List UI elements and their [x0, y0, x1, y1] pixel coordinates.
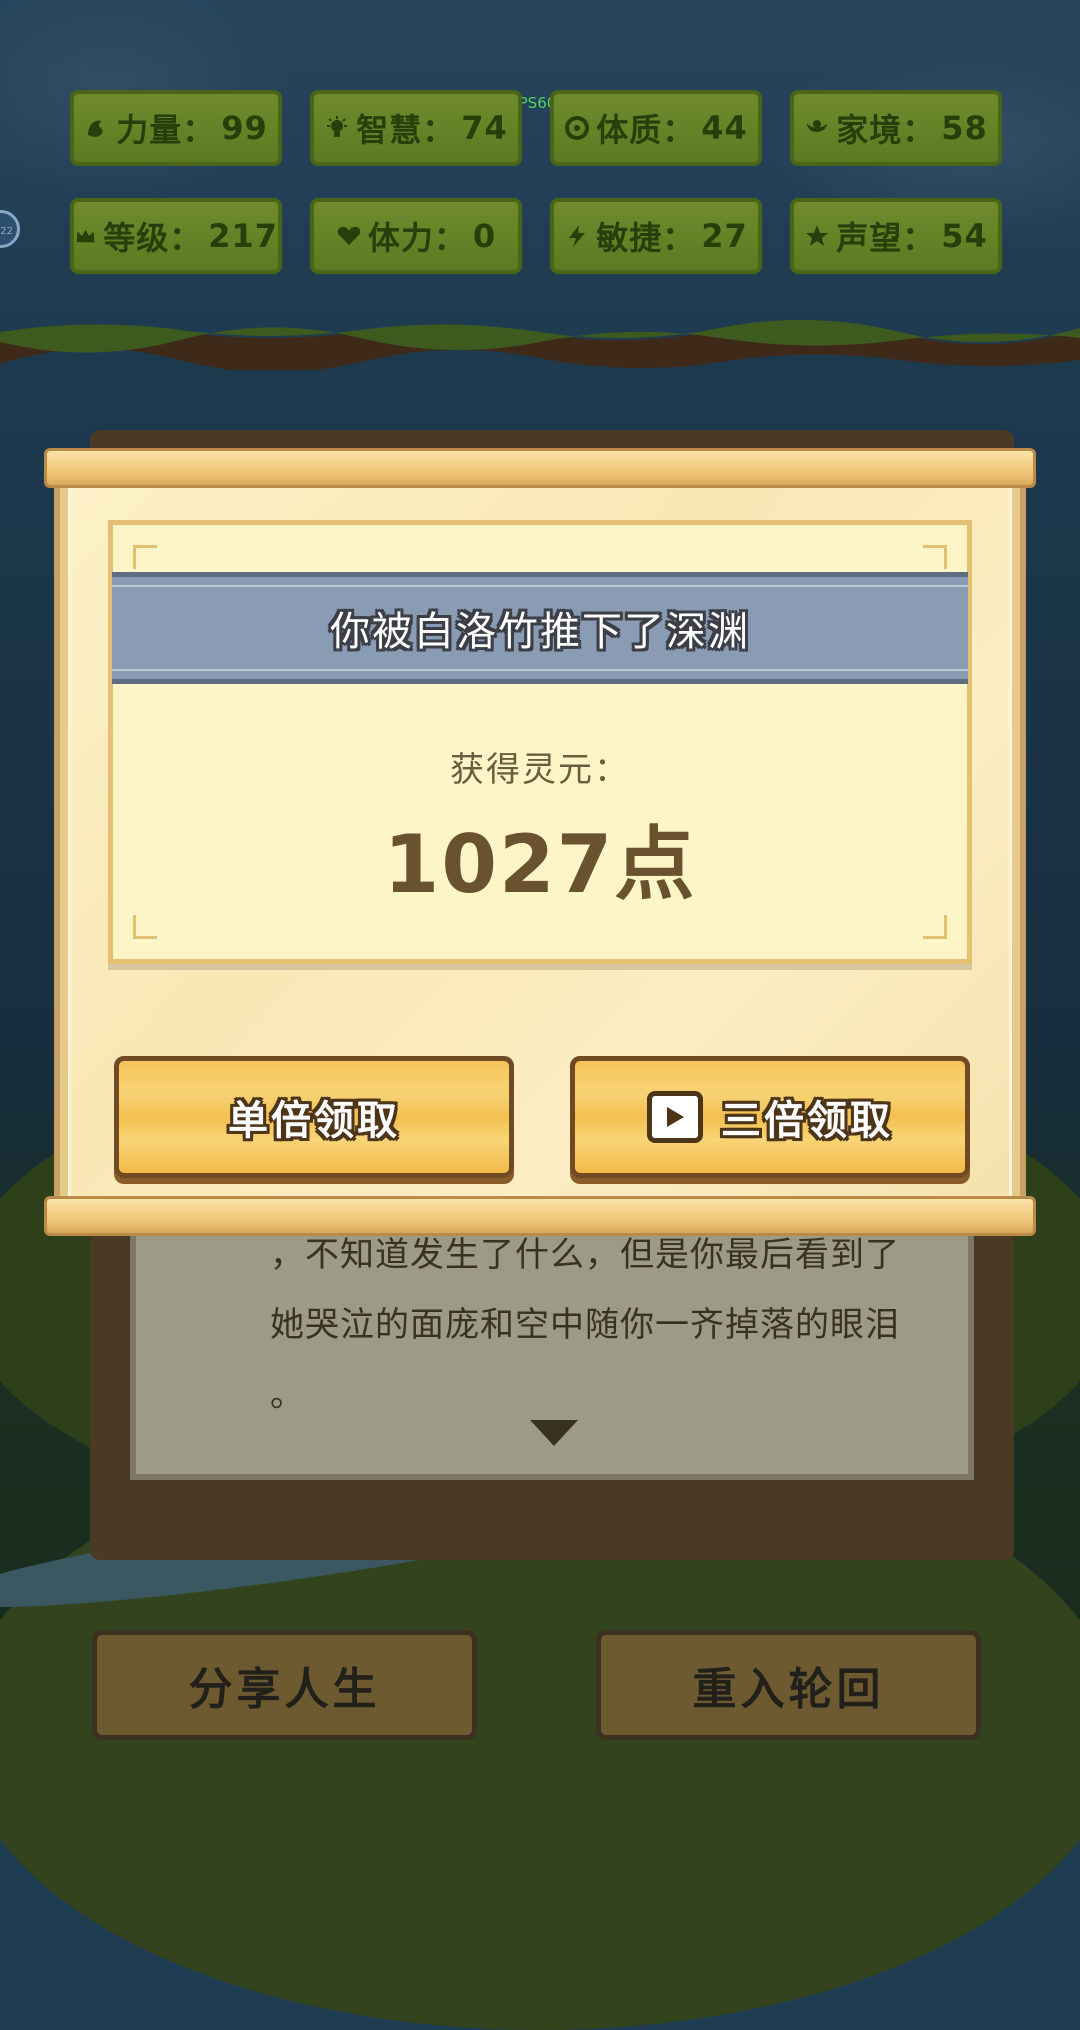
single-claim-label: 单倍领取 — [228, 1098, 400, 1144]
stat-agility: 敏捷： 27 — [550, 198, 762, 274]
stat-label: 声望： — [836, 219, 936, 257]
dialog-banner: 你被白洛竹推下了深渊 — [112, 572, 968, 684]
triple-claim-label: 三倍领取 — [721, 1098, 893, 1144]
stat-constitution: 体质： 44 — [550, 90, 762, 166]
corner-ornament — [133, 545, 157, 569]
share-life-button[interactable]: 分享人生 — [92, 1630, 477, 1740]
story-line: 。 — [270, 1375, 305, 1415]
strength-icon — [88, 120, 103, 137]
stat-label: 体力： — [367, 219, 467, 257]
star-icon — [806, 225, 829, 246]
stat-value: 54 — [941, 217, 988, 255]
stat-stamina: 体力： 0 — [310, 198, 522, 274]
terrain-ribbon — [0, 320, 1080, 370]
scroll-down-icon[interactable] — [530, 1420, 578, 1446]
single-claim-button[interactable]: 单倍领取 — [114, 1056, 514, 1178]
stat-label: 敏捷： — [596, 219, 696, 257]
video-play-icon — [647, 1091, 703, 1143]
reincarnate-button[interactable]: 重入轮回 — [596, 1630, 981, 1740]
stat-value: 217 — [208, 217, 278, 255]
scroll-rod-bottom — [44, 1196, 1036, 1236]
story-line: 她哭泣的面庞和空中随你一齐掉落的眼泪 — [270, 1305, 900, 1345]
corner-ornament — [923, 545, 947, 569]
lightning-icon — [569, 225, 586, 247]
corner-ornament — [133, 915, 157, 939]
stat-value: 0 — [472, 217, 497, 255]
crown-icon — [76, 229, 95, 243]
stat-value: 44 — [701, 109, 748, 147]
stat-label: 家境： — [836, 111, 936, 149]
stat-value: 27 — [701, 217, 748, 255]
stat-reputation: 声望： 54 — [790, 198, 1002, 274]
constitution-icon — [565, 116, 590, 140]
stat-family: 家境： 58 — [790, 90, 1002, 166]
family-icon — [807, 120, 828, 132]
triple-claim-button[interactable]: 三倍领取 — [570, 1056, 970, 1178]
stat-wisdom: 智慧： 74 — [310, 90, 522, 166]
corner-ornament — [923, 915, 947, 939]
stat-strength: 力量： 99 — [70, 90, 282, 166]
stat-label: 智慧： — [356, 111, 456, 149]
stat-value: 74 — [461, 109, 508, 147]
stat-label: 等级： — [103, 219, 203, 257]
stat-value: 99 — [221, 109, 268, 147]
dialog-title: 你被白洛竹推下了深渊 — [330, 609, 750, 655]
reward-label: 获得灵元： — [450, 750, 630, 790]
stat-label: 力量： — [116, 111, 216, 149]
reward-value: 1027点 — [383, 818, 697, 911]
story-text: ，不知道发生了什么，但是你最后看到了 她哭泣的面庞和空中随你一齐掉落的眼泪 。 — [270, 1220, 950, 1430]
wisdom-icon — [327, 116, 348, 137]
scroll-rod-top — [44, 448, 1036, 488]
stat-value: 58 — [941, 109, 988, 147]
heart-icon — [337, 226, 361, 245]
stat-level: 等级： 217 — [70, 198, 282, 274]
stat-label: 体质： — [596, 111, 696, 149]
